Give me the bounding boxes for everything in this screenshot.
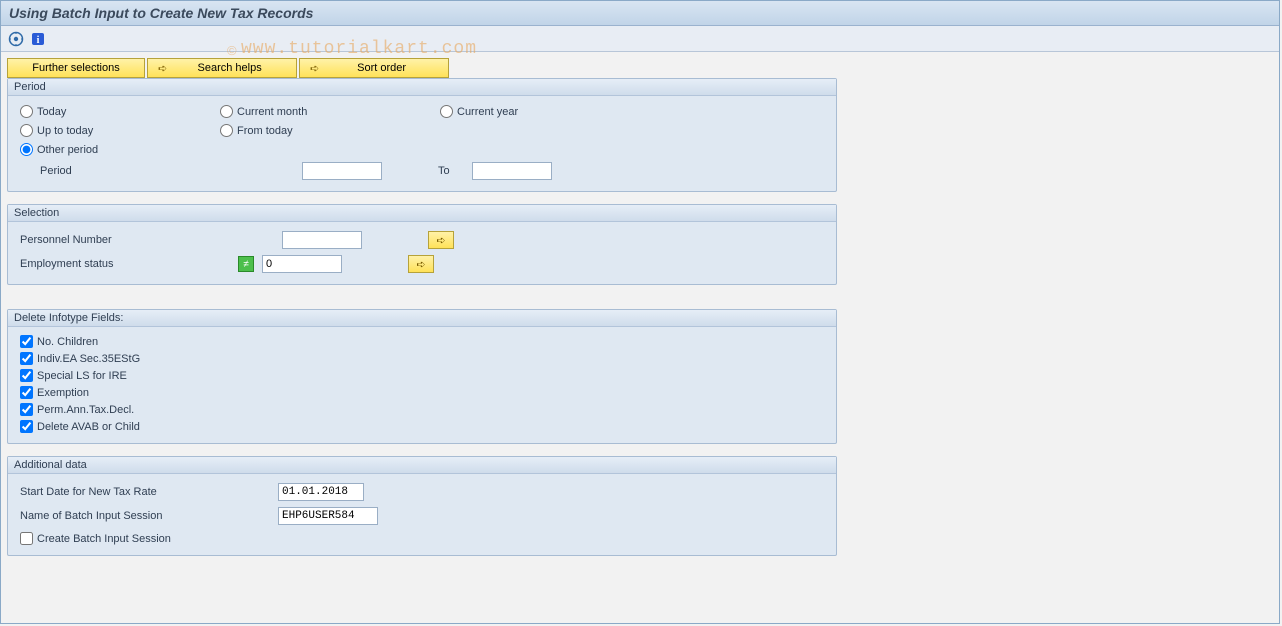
arrow-right-icon: ➪ — [158, 62, 167, 75]
radio-current-year-label: Current year — [457, 106, 518, 118]
delete-fields-group: Delete Infotype Fields: No. Children Ind… — [7, 309, 837, 444]
personnel-number-label: Personnel Number — [20, 234, 246, 246]
check-perm-ann[interactable]: Perm.Ann.Tax.Decl. — [20, 403, 824, 416]
delete-fields-title: Delete Infotype Fields: — [8, 310, 836, 327]
check-delete-avab-label: Delete AVAB or Child — [37, 421, 140, 433]
radio-other-period[interactable]: Other period — [20, 143, 98, 156]
check-perm-ann-label: Perm.Ann.Tax.Decl. — [37, 404, 134, 416]
search-helps-label: Search helps — [173, 62, 286, 74]
execute-icon[interactable] — [7, 30, 25, 48]
search-helps-button[interactable]: ➪ Search helps — [147, 58, 297, 78]
radio-today[interactable]: Today — [20, 105, 160, 118]
info-icon[interactable]: i — [29, 30, 47, 48]
further-selections-label: Further selections — [32, 62, 119, 74]
check-indiv-ea-label: Indiv.EA Sec.35EStG — [37, 353, 140, 365]
check-delete-avab[interactable]: Delete AVAB or Child — [20, 420, 824, 433]
radio-current-month-label: Current month — [237, 106, 307, 118]
start-date-label: Start Date for New Tax Rate — [20, 486, 270, 498]
arrow-right-icon: ➪ — [416, 258, 425, 271]
employment-status-input[interactable] — [262, 255, 342, 273]
radio-current-month[interactable]: Current month — [220, 105, 380, 118]
period-from-input[interactable] — [302, 162, 382, 180]
selection-group-title: Selection — [8, 205, 836, 222]
start-date-input[interactable] — [278, 483, 364, 501]
not-equal-icon[interactable]: ≠ — [238, 256, 254, 272]
period-group-title: Period — [8, 79, 836, 96]
period-group: Period Today Current month Current year … — [7, 78, 837, 192]
svg-text:i: i — [37, 35, 40, 46]
radio-today-label: Today — [37, 106, 66, 118]
period-label: Period — [40, 165, 86, 177]
radio-from-today-label: From today — [237, 125, 293, 137]
radio-from-today[interactable]: From today — [220, 124, 293, 137]
app-toolbar: i — [1, 26, 1279, 52]
check-no-children-label: No. Children — [37, 336, 98, 348]
check-create-session[interactable]: Create Batch Input Session — [20, 532, 824, 545]
additional-data-title: Additional data — [8, 457, 836, 474]
check-special-ls-label: Special LS for IRE — [37, 370, 127, 382]
personnel-number-input[interactable] — [282, 231, 362, 249]
session-name-input[interactable] — [278, 507, 378, 525]
button-row: Further selections ➪ Search helps ➪ Sort… — [7, 58, 1273, 78]
employment-status-label: Employment status — [20, 258, 230, 270]
radio-up-to-today-label: Up to today — [37, 125, 93, 137]
employment-status-multi-button[interactable]: ➪ — [408, 255, 434, 273]
check-no-children[interactable]: No. Children — [20, 335, 824, 348]
check-special-ls[interactable]: Special LS for IRE — [20, 369, 824, 382]
further-selections-button[interactable]: Further selections — [7, 58, 145, 78]
arrow-right-icon: ➪ — [436, 234, 445, 247]
app-window: Using Batch Input to Create New Tax Reco… — [0, 0, 1280, 624]
radio-up-to-today[interactable]: Up to today — [20, 124, 160, 137]
session-name-label: Name of Batch Input Session — [20, 510, 270, 522]
content-area: Further selections ➪ Search helps ➪ Sort… — [1, 52, 1279, 574]
period-to-label: To — [438, 165, 450, 177]
sort-order-button[interactable]: ➪ Sort order — [299, 58, 449, 78]
check-exemption-label: Exemption — [37, 387, 89, 399]
period-to-input[interactable] — [472, 162, 552, 180]
sort-order-label: Sort order — [325, 62, 438, 74]
radio-current-year[interactable]: Current year — [440, 105, 518, 118]
radio-other-period-label: Other period — [37, 144, 98, 156]
additional-data-group: Additional data Start Date for New Tax R… — [7, 456, 837, 556]
personnel-number-multi-button[interactable]: ➪ — [428, 231, 454, 249]
check-indiv-ea[interactable]: Indiv.EA Sec.35EStG — [20, 352, 824, 365]
selection-group: Selection Personnel Number ➪ Employment … — [7, 204, 837, 285]
arrow-right-icon: ➪ — [310, 62, 319, 75]
check-exemption[interactable]: Exemption — [20, 386, 824, 399]
page-title: Using Batch Input to Create New Tax Reco… — [1, 1, 1279, 26]
check-create-session-label: Create Batch Input Session — [37, 533, 171, 545]
